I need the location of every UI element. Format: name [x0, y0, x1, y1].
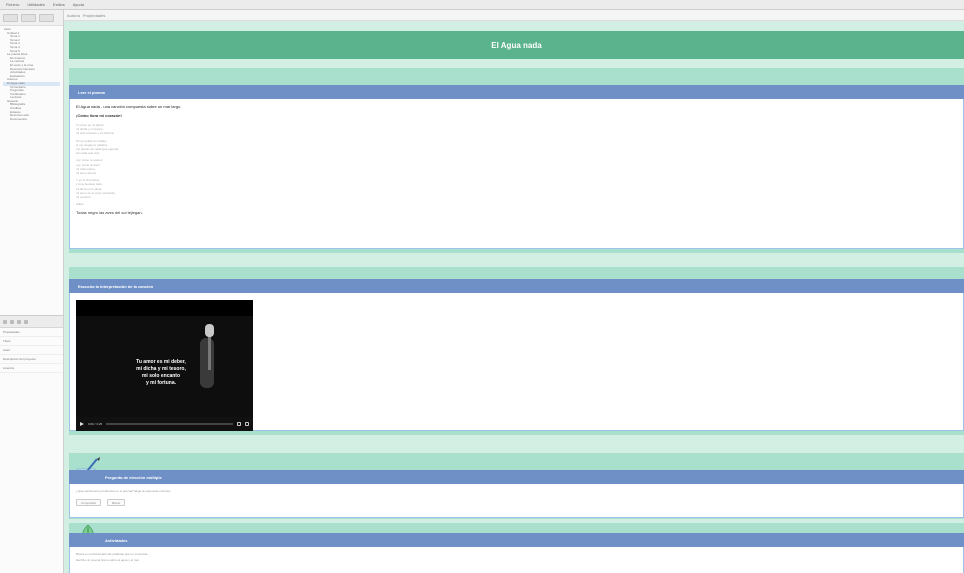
editor-tabs: Autoría Propiedades	[64, 10, 964, 21]
properties-toolbar	[0, 316, 63, 328]
check-button[interactable]: Comprobar	[76, 499, 102, 506]
section-title: Escucha la interpretación de la canción	[78, 283, 154, 289]
video-controls: 0:00 / 3:25	[76, 417, 253, 431]
caption-line: y mi fortuna.	[145, 380, 176, 386]
intro-text: El Agua nada - una canción compuesta sob…	[76, 104, 181, 109]
property-row[interactable]: Descripción del proyecto	[0, 355, 63, 364]
tool-icon[interactable]	[24, 319, 28, 324]
stanza: ¡Ay, cómo te quiero! ¡Ay, cómo te lloro!…	[76, 158, 957, 175]
poem-line: sin nada que vivir.	[76, 151, 101, 156]
section-title: Pregunta de elección múltiple	[105, 474, 162, 480]
properties-panel: Propiedades Título Autor Descripción del…	[0, 315, 63, 373]
page-preview: El Agua nada Leer el poema El Agua nada …	[64, 21, 964, 573]
caption-line: Tu amor es mi deber,	[136, 359, 186, 365]
video-section: Escucha la interpretación de la canción …	[69, 267, 964, 435]
volume-icon[interactable]	[237, 422, 241, 426]
stanza: Adiós.	[76, 202, 957, 206]
section-body: El Agua nada - una canción compuesta sob…	[69, 99, 964, 249]
poem-line: mi corazón.	[76, 195, 92, 200]
poem-line: mi amor eterno.	[76, 171, 98, 176]
video-caption: Tu amor es mi deber, mi dicha y mi tesor…	[86, 359, 236, 387]
section-body: Busca en el diccionario las palabras que…	[69, 547, 964, 573]
video-player[interactable]: Tu amor es mi deber, mi dicha y mi tesor…	[76, 300, 253, 431]
menu-item-utilities[interactable]: Utilidades	[27, 2, 45, 7]
tab-authoring[interactable]: Autoría	[67, 13, 80, 18]
button-row: Comprobar Borrar	[76, 499, 957, 506]
property-row[interactable]: Licencia	[0, 364, 63, 373]
poem-subheading: ¡Cómo llora mi corazón!	[76, 113, 122, 118]
stanza: Tu amor es mi deber, mi dicha y mi tesor…	[76, 123, 957, 136]
poem-line: Adiós.	[76, 202, 85, 207]
menu-item-help[interactable]: Ayuda	[73, 2, 84, 7]
property-row[interactable]: Propiedades	[0, 328, 63, 337]
editor-area: Autoría Propiedades El Agua nada Leer el…	[64, 10, 964, 573]
activity-line: Escribe un poema breve sobre el agua y e…	[76, 558, 140, 562]
section-body: Tu amor es mi deber, mi dicha y mi tesor…	[69, 293, 964, 431]
tab-properties[interactable]: Propiedades	[83, 13, 105, 18]
outline-tree: Inicio Unidad 1 Tema 1 Tema 2 Tema 3 Tem…	[0, 26, 63, 316]
question-text: ¿Qué sentimiento predomina en el poema? …	[76, 489, 171, 493]
property-row[interactable]: Título	[0, 337, 63, 346]
video-progress[interactable]	[106, 423, 233, 425]
stanza: Y yo te di el alma, y tú te llevaste tod…	[76, 178, 957, 199]
stanza: Si me quitas tu mirada, si me niegas tu …	[76, 139, 957, 156]
ending-text: Todas negro las aves del sol tejiegan.	[76, 210, 143, 216]
microphone-icon	[205, 324, 214, 337]
page-title-banner: El Agua nada	[69, 31, 964, 59]
menu-item-styles[interactable]: Estilos	[53, 2, 65, 7]
page-title: El Agua nada	[491, 40, 542, 50]
section-header: Pregunta de elección múltiple	[69, 470, 964, 484]
poem-line: mi solo encanto y mi fortuna.	[76, 131, 115, 136]
section-title: Actividades	[105, 537, 128, 543]
caption-line: mi solo encanto	[141, 373, 181, 379]
section-header: Leer el poema	[69, 85, 964, 99]
add-page-button[interactable]	[3, 13, 18, 22]
activities-section: Actividades Busca en el diccionario las …	[69, 523, 964, 573]
tool-icon[interactable]	[17, 319, 21, 324]
separator-label: ...	[73, 447, 76, 451]
tool-icon[interactable]	[10, 319, 14, 324]
section-title: Leer el poema	[78, 89, 105, 95]
section-body: ¿Qué sentimiento predomina en el poema? …	[69, 484, 964, 518]
video-letterbox	[76, 300, 253, 316]
play-icon[interactable]	[80, 422, 84, 426]
caption-line: mi dicha y mi tesoro,	[136, 366, 186, 372]
question-section: Pregunta de elección múltiple ¿Qué senti…	[69, 453, 964, 519]
left-panel: Inicio Unidad 1 Tema 1 Tema 2 Tema 3 Tem…	[0, 10, 64, 573]
tool-icon[interactable]	[3, 319, 7, 324]
section-header: Actividades	[69, 533, 964, 547]
poem-section: Leer el poema El Agua nada - una canción…	[69, 68, 964, 253]
property-row[interactable]: Autor	[0, 346, 63, 355]
tree-toolbar	[0, 10, 63, 26]
delete-page-button[interactable]	[21, 13, 36, 22]
fullscreen-icon[interactable]	[245, 422, 249, 426]
menu-item-file[interactable]: Fichero	[6, 2, 19, 7]
section-header: Escucha la interpretación de la canción	[69, 279, 964, 293]
tree-item[interactable]: Documentos	[3, 118, 60, 122]
clear-button[interactable]: Borrar	[107, 499, 126, 506]
video-time: 0:00 / 3:25	[88, 422, 103, 426]
rename-page-button[interactable]	[39, 13, 54, 22]
menu-bar: Fichero Utilidades Estilos Ayuda	[0, 0, 964, 10]
